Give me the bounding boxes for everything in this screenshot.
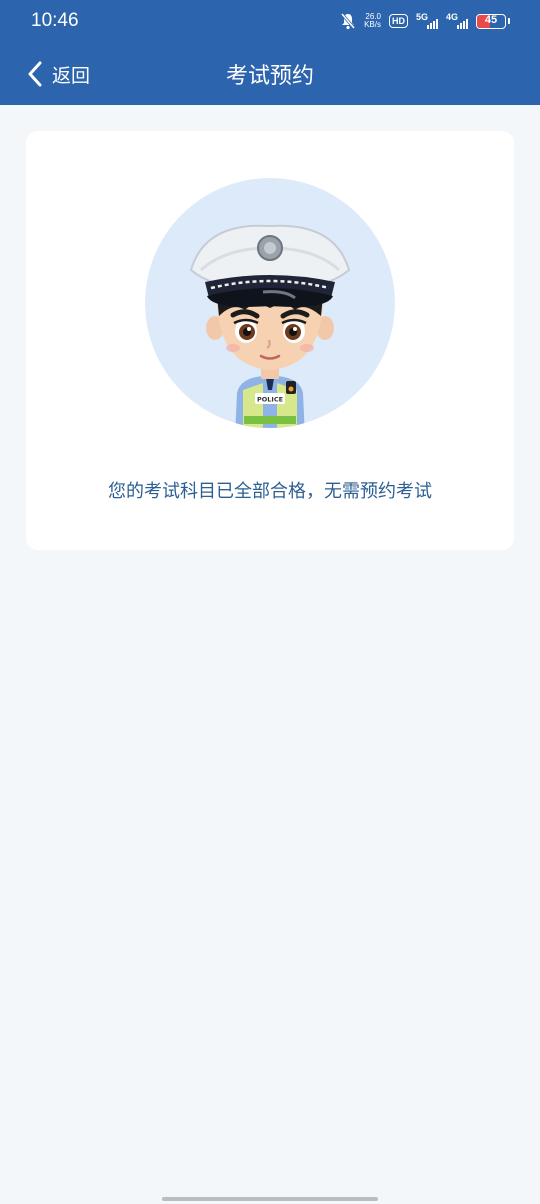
vest-badge-text: POLICE xyxy=(257,396,283,404)
police-avatar-illustration: POLICE xyxy=(145,178,395,428)
battery-icon: 45 xyxy=(476,13,506,29)
battery-tip xyxy=(508,18,510,24)
police-officer-icon: POLICE xyxy=(145,178,395,428)
mute-bell-icon xyxy=(340,13,356,30)
sim1-signal-icon: 5G xyxy=(416,12,438,29)
page-title: 考试预约 xyxy=(225,64,314,89)
network-speed: 26.0 KB/s xyxy=(364,12,381,29)
app-header: 10:46 26.0 KB/s HD 5G 4G 45 返回 考试预约 xyxy=(0,0,540,105)
status-time: 10:46 xyxy=(31,10,79,31)
home-indicator[interactable] xyxy=(162,1197,378,1201)
result-card: POLICE 您的考试科目已全部合格，无需预约考试 xyxy=(26,131,514,550)
battery-level: 45 xyxy=(484,13,498,26)
status-message: 您的考试科目已全部合格，无需预约考试 xyxy=(108,481,432,502)
sim2-signal-icon: 4G xyxy=(446,12,468,29)
status-icons: 26.0 KB/s HD 5G 4G 45 xyxy=(340,10,510,32)
hd-voice-icon: HD xyxy=(389,14,408,28)
